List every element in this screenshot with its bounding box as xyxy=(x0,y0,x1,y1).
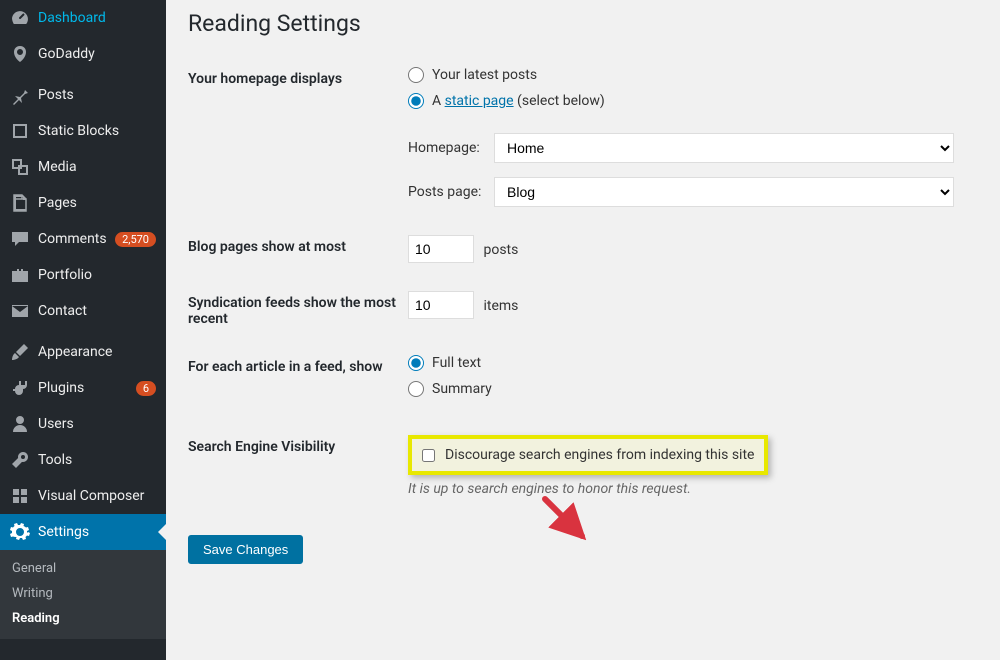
radio-summary[interactable] xyxy=(408,381,424,397)
pin-icon xyxy=(10,85,30,105)
gear-icon xyxy=(10,522,30,542)
sidebar-item-posts[interactable]: Posts xyxy=(0,77,166,113)
user-icon xyxy=(10,414,30,434)
sidebar-item-label: Settings xyxy=(38,524,156,540)
posts-page-select-label: Posts page: xyxy=(408,184,490,200)
sidebar-item-godaddy[interactable]: GoDaddy xyxy=(0,36,166,72)
brush-icon xyxy=(10,342,30,362)
radio-latest-posts[interactable] xyxy=(408,67,424,83)
sidebar-item-contact[interactable]: Contact xyxy=(0,293,166,329)
radio-full-text[interactable] xyxy=(408,355,424,371)
main-content: Reading Settings Your homepage displays … xyxy=(166,0,1000,660)
sidebar-item-pages[interactable]: Pages xyxy=(0,185,166,221)
syndication-input[interactable] xyxy=(408,291,474,319)
wrench-icon xyxy=(10,450,30,470)
page-title: Reading Settings xyxy=(188,10,978,37)
posts-page-select[interactable]: Blog xyxy=(494,177,954,207)
static-page-link[interactable]: static page xyxy=(445,93,514,109)
sidebar-item-label: Dashboard xyxy=(38,10,156,26)
sidebar-item-label: Portfolio xyxy=(38,267,156,283)
radio-static-page-label: A static page (select below) xyxy=(432,93,605,109)
radio-full-text-label: Full text xyxy=(432,355,481,371)
sidebar-item-settings[interactable]: Settings xyxy=(0,514,166,550)
sidebar-item-users[interactable]: Users xyxy=(0,406,166,442)
sidebar-item-visual-composer[interactable]: Visual Composer xyxy=(0,478,166,514)
godaddy-icon xyxy=(10,44,30,64)
sidebar-item-tools[interactable]: Tools xyxy=(0,442,166,478)
sev-checkbox[interactable] xyxy=(422,449,435,462)
radio-summary-label: Summary xyxy=(432,381,492,397)
sev-checkbox-label: Discourage search engines from indexing … xyxy=(445,447,754,463)
sidebar-item-label: Contact xyxy=(38,303,156,319)
homepage-select-label: Homepage: xyxy=(408,140,490,156)
media-icon xyxy=(10,157,30,177)
feed-article-label: For each article in a feed, show xyxy=(188,355,408,375)
square-icon xyxy=(10,121,30,141)
blog-pages-unit: posts xyxy=(483,242,518,258)
sidebar-item-label: GoDaddy xyxy=(38,46,156,62)
sev-highlight-box: Discourage search engines from indexing … xyxy=(408,435,768,475)
portfolio-icon xyxy=(10,265,30,285)
sev-description: It is up to search engines to honor this… xyxy=(408,481,978,497)
blog-pages-input[interactable] xyxy=(408,235,474,263)
sidebar-item-label: Users xyxy=(38,416,156,432)
plug-icon xyxy=(10,378,30,398)
sidebar-item-dashboard[interactable]: Dashboard xyxy=(0,0,166,36)
syndication-unit: items xyxy=(483,298,518,314)
syndication-label: Syndication feeds show the most recent xyxy=(188,291,408,327)
sidebar-item-label: Visual Composer xyxy=(38,488,156,504)
sidebar-item-label: Appearance xyxy=(38,344,156,360)
sidebar-item-plugins[interactable]: Plugins 6 xyxy=(0,370,166,406)
sidebar-item-label: Posts xyxy=(38,87,156,103)
sev-label: Search Engine Visibility xyxy=(188,435,408,455)
sidebar-item-appearance[interactable]: Appearance xyxy=(0,334,166,370)
sidebar-item-label: Comments xyxy=(38,231,111,247)
homepage-select[interactable]: Home xyxy=(494,133,954,163)
comment-icon xyxy=(10,229,30,249)
radio-static-page[interactable] xyxy=(408,93,424,109)
sidebar-item-media[interactable]: Media xyxy=(0,149,166,185)
sidebar-item-comments[interactable]: Comments 2,570 xyxy=(0,221,166,257)
page-icon xyxy=(10,193,30,213)
sidebar-item-label: Tools xyxy=(38,452,156,468)
blog-pages-label: Blog pages show at most xyxy=(188,235,408,255)
sidebar-item-portfolio[interactable]: Portfolio xyxy=(0,257,166,293)
sidebar-item-label: Static Blocks xyxy=(38,123,156,139)
submenu-item-reading[interactable]: Reading xyxy=(0,606,166,631)
submenu-item-writing[interactable]: Writing xyxy=(0,581,166,606)
mail-icon xyxy=(10,301,30,321)
sidebar-item-static-blocks[interactable]: Static Blocks xyxy=(0,113,166,149)
dashboard-icon xyxy=(10,8,30,28)
sidebar-item-label: Media xyxy=(38,159,156,175)
sidebar-badge: 2,570 xyxy=(115,232,156,247)
settings-submenu: GeneralWritingReading xyxy=(0,550,166,639)
sidebar-badge: 6 xyxy=(136,381,156,396)
submenu-item-general[interactable]: General xyxy=(0,556,166,581)
save-changes-button[interactable]: Save Changes xyxy=(188,535,303,564)
radio-latest-posts-label: Your latest posts xyxy=(432,67,537,83)
homepage-displays-label: Your homepage displays xyxy=(188,67,408,87)
sidebar-item-label: Pages xyxy=(38,195,156,211)
admin-sidebar: Dashboard GoDaddy Posts Static Blocks Media P… xyxy=(0,0,166,660)
sidebar-item-label: Plugins xyxy=(38,380,132,396)
vc-icon xyxy=(10,486,30,506)
